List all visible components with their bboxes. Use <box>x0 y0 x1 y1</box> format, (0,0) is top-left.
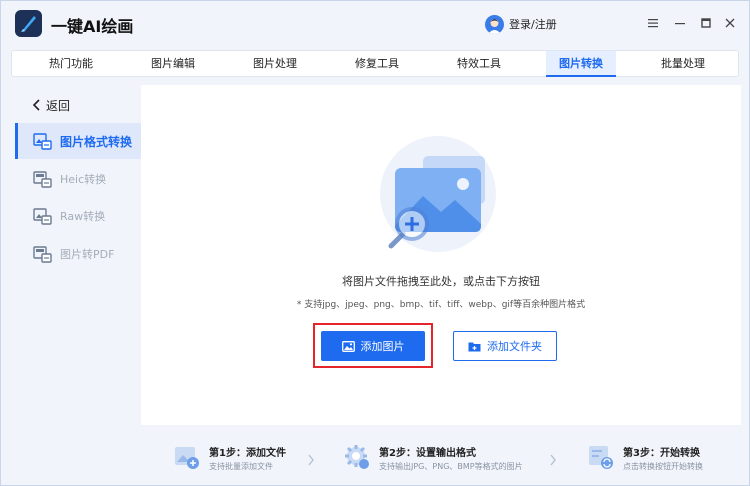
settings-gear-icon <box>345 445 369 469</box>
menu-icon[interactable] <box>645 15 661 31</box>
add-image-button[interactable]: 添加图片 <box>321 331 425 361</box>
add-folder-label: 添加文件夹 <box>487 340 542 353</box>
step-desc: 支持批量添加文件 <box>209 462 273 471</box>
convert-icon <box>589 446 613 469</box>
step-title: 第3步：开始转换 <box>623 448 700 459</box>
add-file-icon <box>175 447 199 469</box>
avatar-icon <box>485 14 504 34</box>
tab-bar: 热门功能 图片编辑 图片处理 修复工具 特效工具 图片转换 批量处理 <box>11 50 739 77</box>
login-button[interactable]: 登录/注册 <box>485 14 557 34</box>
step-title: 第1步：添加文件 <box>209 448 286 459</box>
close-icon[interactable] <box>722 15 738 31</box>
app-logo-icon <box>15 10 42 37</box>
image-upload-illustration-icon <box>380 136 496 252</box>
image-convert-icon <box>33 132 52 150</box>
tab-image-edit[interactable]: 图片编辑 <box>138 51 208 76</box>
sidebar-item-label: 图片格式转换 <box>60 134 133 149</box>
sidebar-item-heic-convert[interactable]: Heic转换 <box>15 161 141 197</box>
title-bar: 一键AI绘画 登录/注册 <box>1 1 749 47</box>
tab-image-convert[interactable]: 图片转换 <box>546 51 616 77</box>
tab-effect-tools[interactable]: 特效工具 <box>444 51 514 76</box>
maximize-icon[interactable] <box>698 15 714 31</box>
heic-icon <box>33 170 52 188</box>
steps-bar: 第1步：添加文件 支持批量添加文件 第2步：设置输出格式 支持输出JPG、PNG… <box>141 429 741 479</box>
chevron-left-icon <box>32 99 40 111</box>
sidebar-item-image-format-convert[interactable]: 图片格式转换 <box>15 123 141 159</box>
sidebar-item-label: Raw转换 <box>60 210 106 223</box>
app-window: 一键AI绘画 登录/注册 热门功能 图片编辑 图片处理 修复工具 特效工具 图片… <box>0 0 750 486</box>
step-desc: 点击转换按钮开始转换 <box>623 462 703 471</box>
minimize-icon[interactable] <box>672 15 688 31</box>
chevron-right-icon <box>308 454 314 466</box>
back-button[interactable]: 返回 <box>31 96 70 114</box>
tab-repair-tools[interactable]: 修复工具 <box>342 51 412 76</box>
sidebar-item-raw-convert[interactable]: Raw转换 <box>15 198 141 234</box>
add-folder-button[interactable]: 添加文件夹 <box>453 331 557 361</box>
app-title: 一键AI绘画 <box>51 17 134 36</box>
add-image-label: 添加图片 <box>360 341 405 353</box>
pdf-icon <box>33 245 52 263</box>
tab-hot-features[interactable]: 热门功能 <box>36 51 106 76</box>
back-label: 返回 <box>46 98 71 113</box>
tab-batch-process[interactable]: 批量处理 <box>648 51 718 76</box>
step-desc: 支持输出JPG、PNG、BMP等格式的图片 <box>379 462 523 471</box>
tab-image-process[interactable]: 图片处理 <box>240 51 310 76</box>
raw-icon <box>33 207 52 225</box>
sidebar-item-label: Heic转换 <box>60 173 107 186</box>
step-title: 第2步：设置输出格式 <box>379 448 476 459</box>
folder-add-icon <box>468 342 481 351</box>
drop-zone[interactable]: 将图片文件拖拽至此处，或点击下方按钮 * 支持jpg、jpeg、png、bmp、… <box>141 85 741 425</box>
image-icon <box>341 340 355 352</box>
sidebar-item-label: 图片转PDF <box>60 248 115 261</box>
sidebar-item-image-to-pdf[interactable]: 图片转PDF <box>15 236 141 272</box>
chevron-right-icon <box>550 454 556 466</box>
login-label: 登录/注册 <box>509 18 557 31</box>
sidebar: 返回 图片格式转换 Heic转换 Raw转换 图片转PDF <box>1 85 141 485</box>
drop-hint-text: 将图片文件拖拽至此处，或点击下方按钮 <box>342 275 540 288</box>
supported-formats-text: * 支持jpg、jpeg、png、bmp、tif、tiff、webp、gif等百… <box>296 300 586 310</box>
